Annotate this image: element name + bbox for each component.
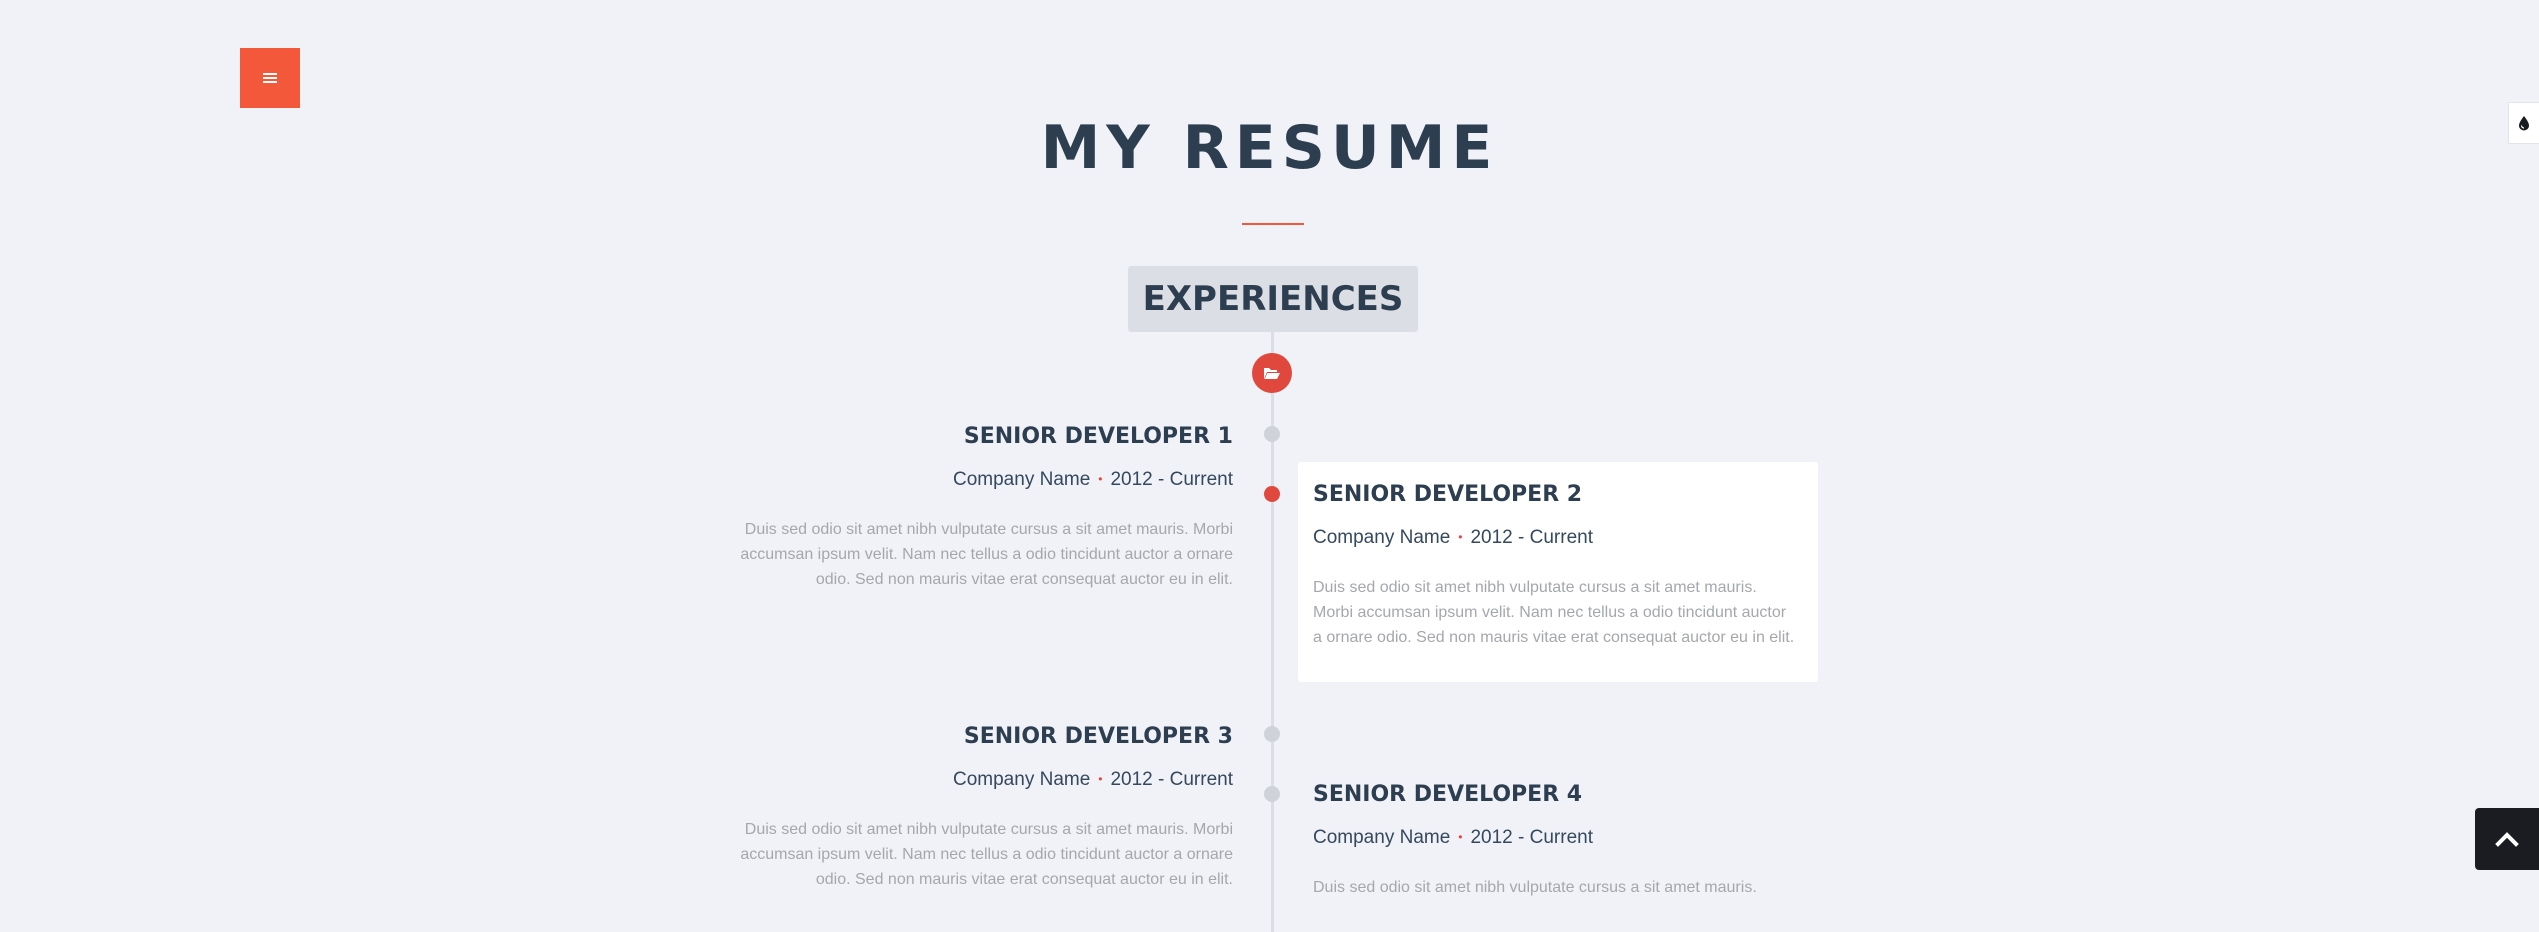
entry-period: 2012 - Current: [1110, 469, 1233, 490]
timeline-line: [1271, 332, 1274, 932]
company-name: Company Name: [1313, 827, 1451, 848]
entry-meta: Company Name • 2012 - Current: [1313, 827, 1818, 849]
entry-title: SENIOR DEVELOPER 4: [1313, 782, 1583, 807]
company-name: Company Name: [953, 469, 1091, 490]
company-name: Company Name: [953, 769, 1091, 790]
entry-title: SENIOR DEVELOPER 3: [963, 724, 1233, 749]
separator: •: [1458, 830, 1463, 844]
entry-period: 2012 - Current: [1470, 527, 1593, 548]
entry-title: SENIOR DEVELOPER 2: [1313, 482, 1583, 507]
timeline-entry: SENIOR DEVELOPER 1 Company Name • 2012 - C…: [713, 424, 1233, 592]
section-heading-experiences: EXPERIENCES: [1128, 266, 1418, 332]
entry-description: Duis sed odio sit amet nibh vulputate cu…: [1313, 579, 1795, 646]
timeline-dot-active: [1264, 486, 1280, 502]
folder-open-icon: [1264, 368, 1280, 379]
timeline-section-marker: [1252, 353, 1292, 393]
timeline-dot: [1264, 726, 1280, 742]
entry-title: SENIOR DEVELOPER 1: [963, 424, 1233, 449]
timeline-entry-card: SENIOR DEVELOPER 2 Company Name • 2012 - C…: [1298, 462, 1818, 682]
entry-meta: Company Name • 2012 - Current: [713, 469, 1233, 491]
timeline-entry: SENIOR DEVELOPER 3 Company Name • 2012 - C…: [713, 724, 1233, 892]
chevron-up-icon: [2495, 832, 2519, 847]
title-divider: [1242, 223, 1304, 225]
entry-meta: Company Name • 2012 - Current: [713, 769, 1233, 791]
company-name: Company Name: [1313, 527, 1451, 548]
entry-period: 2012 - Current: [1470, 827, 1593, 848]
entry-description: Duis sed odio sit amet nibh vulputate cu…: [1313, 879, 1757, 896]
timeline-entry: SENIOR DEVELOPER 4 Company Name • 2012 - C…: [1298, 782, 1818, 900]
timeline-dot: [1264, 426, 1280, 442]
entry-period: 2012 - Current: [1110, 769, 1233, 790]
hamburger-icon: [263, 73, 277, 83]
separator: •: [1098, 472, 1103, 486]
entry-description: Duis sed odio sit amet nibh vulputate cu…: [740, 521, 1233, 588]
separator: •: [1098, 772, 1103, 786]
separator: •: [1458, 530, 1463, 544]
timeline-dot: [1264, 786, 1280, 802]
menu-button[interactable]: [240, 48, 300, 108]
entry-meta: Company Name • 2012 - Current: [1313, 527, 1798, 549]
back-to-top-button[interactable]: [2475, 808, 2539, 870]
page-title: MY RESUME: [1040, 113, 1499, 183]
entry-description: Duis sed odio sit amet nibh vulputate cu…: [740, 821, 1233, 888]
